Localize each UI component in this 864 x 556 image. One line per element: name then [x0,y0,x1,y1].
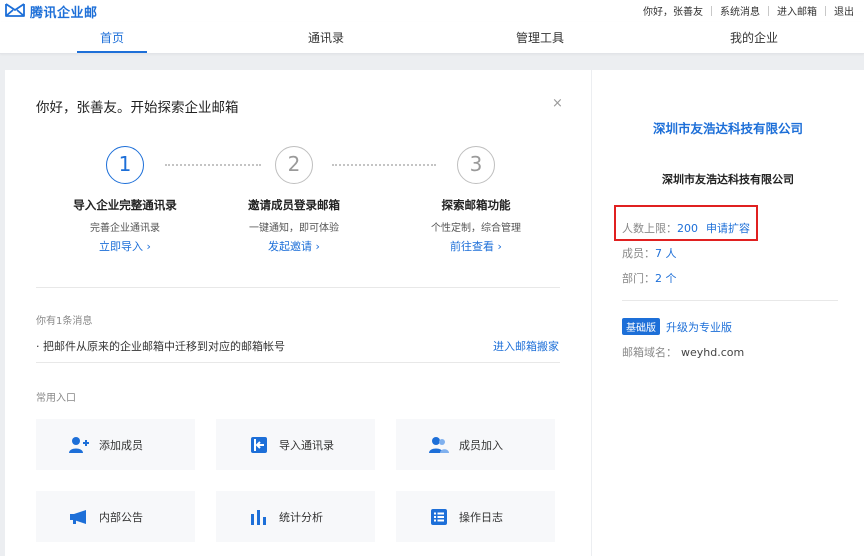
top-bar: 腾讯企业邮 你好，张善友 系统消息 进入邮箱 退出 [0,0,864,22]
divider [36,287,560,288]
separator [711,5,712,16]
step-1-title: 导入企业完整通讯录 [73,198,177,212]
step-2-desc: 一键通知，即可体验 [249,223,339,234]
welcome-greeting: 你好，张善友。开始探索企业邮箱 [36,100,239,116]
departments-value[interactable]: 2 个 [655,272,677,285]
shortcuts-header: 常用入口 [36,393,76,404]
departments-label: 部门： [622,272,655,285]
tab-admin-tools[interactable]: 管理工具 [503,22,577,54]
step-3-circle: 3 [457,146,495,184]
tab-my-company[interactable]: 我的企业 [717,22,791,54]
company-panel: 深圳市友浩达科技有限公司 深圳市友浩达科技有限公司 人数上限：200 申请扩容 成… [592,70,864,556]
add-member-label: 添加成员 [99,438,143,452]
divider [36,362,560,363]
announcement-label: 内部公告 [99,510,143,524]
import-contacts-icon [247,435,271,455]
send-invite-link[interactable]: 发起邀请 › [214,238,374,254]
member-join-icon [427,435,451,455]
separator [768,5,769,16]
tab-home[interactable]: 首页 [77,22,147,54]
company-title[interactable]: 深圳市友浩达科技有限公司 [592,118,864,137]
step-3-desc: 个性定制，综合管理 [431,223,521,234]
domain-value: weyhd.com [681,346,745,359]
brand-name: 腾讯企业邮 [30,5,98,21]
close-icon[interactable]: × [552,96,563,111]
import-contacts-tile[interactable]: 导入通讯录 [216,419,375,470]
brand-logo[interactable]: 腾讯企业邮 [4,1,98,21]
domain-label: 邮箱域名： [622,346,677,359]
add-member-icon [67,435,91,455]
step-connector [332,164,436,166]
member-join-tile[interactable]: 成员加入 [396,419,555,470]
welcome-card: 你好，张善友。开始探索企业邮箱 × 1 2 3 导入企业完整通讯录 完善企业通讯… [5,70,591,556]
members-value[interactable]: 7 人 [655,247,677,260]
step-1-desc: 完善企业通讯录 [90,223,160,234]
tab-contacts[interactable]: 通讯录 [291,22,361,54]
separator [825,5,826,16]
mail-migration-link[interactable]: 进入邮箱搬家 [493,338,559,354]
operation-log-label: 操作日志 [459,510,503,524]
logo-icon [4,2,30,20]
logout-link[interactable]: 退出 [834,3,854,18]
import-now-link[interactable]: 立即导入 › [45,238,205,254]
members-row: 成员：7 人 [622,245,677,261]
step-2-circle: 2 [275,146,313,184]
megaphone-icon [67,507,91,527]
bar-chart-icon [247,507,271,527]
company-name: 深圳市友浩达科技有限公司 [662,173,794,186]
explore-link[interactable]: 前往查看 › [396,238,556,254]
member-join-label: 成员加入 [459,438,503,452]
enter-mail-link[interactable]: 进入邮箱 [777,3,817,18]
operation-log-tile[interactable]: 操作日志 [396,491,555,542]
step-1-circle: 1 [106,146,144,184]
highlight-box [614,205,758,241]
edition-row: 基础版 升级为专业版 [622,318,732,335]
list-log-icon [427,507,451,527]
main-nav: 首页 通讯录 管理工具 我的企业 [0,22,864,54]
edition-badge: 基础版 [622,318,660,335]
import-contacts-label: 导入通讯录 [279,438,334,452]
messages-header: 你有1条消息 [36,316,93,327]
announcement-tile[interactable]: 内部公告 [36,491,195,542]
step-connector [165,164,261,166]
statistics-tile[interactable]: 统计分析 [216,491,375,542]
departments-row: 部门：2 个 [622,270,677,286]
step-2-title: 邀请成员登录邮箱 [248,198,340,212]
add-member-tile[interactable]: 添加成员 [36,419,195,470]
divider [622,300,838,301]
domain-row: 邮箱域名： weyhd.com [622,344,744,360]
active-tab-indicator [77,51,147,53]
message-item: · 把邮件从原来的企业邮箱中迁移到对应的邮箱帐号 [36,340,285,353]
members-label: 成员： [622,247,655,260]
upgrade-link[interactable]: 升级为专业版 [666,321,732,334]
user-greeting: 你好，张善友 [643,7,703,18]
system-messages-link[interactable]: 系统消息 [720,3,760,18]
statistics-label: 统计分析 [279,510,323,524]
step-3-title: 探索邮箱功能 [441,198,511,212]
